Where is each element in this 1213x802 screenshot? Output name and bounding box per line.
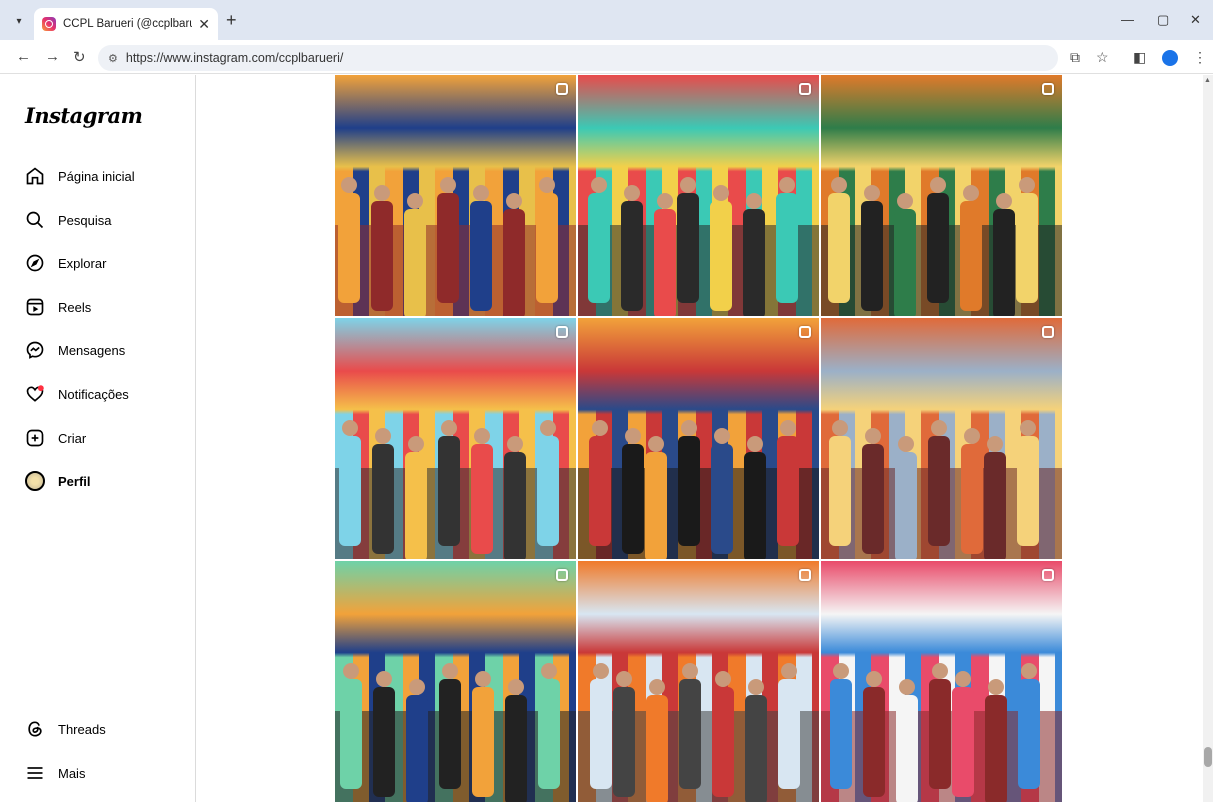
nav-label: Notificações: [58, 386, 129, 402]
post-thumbnail[interactable]: [821, 318, 1062, 559]
plus-square-icon: [24, 427, 46, 449]
close-window-icon[interactable]: ✕: [1190, 12, 1201, 28]
nav-more[interactable]: Mais: [24, 759, 85, 787]
profile-avatar: [24, 470, 46, 492]
bookmark-star-icon[interactable]: ☆: [1096, 49, 1109, 66]
carousel-icon: [1042, 569, 1054, 581]
browser-tab[interactable]: CCPL Barueri (@ccplbarueri) • F ✕: [34, 8, 218, 40]
maximize-icon[interactable]: ▢: [1157, 12, 1169, 28]
nav-label: Explorar: [58, 255, 107, 271]
page-scrollbar[interactable]: ▲: [1203, 75, 1213, 802]
instagram-logo[interactable]: Instagram: [25, 103, 143, 128]
nav-notifications[interactable]: Notificações: [24, 380, 129, 408]
carousel-icon: [556, 326, 568, 338]
nav-label: Mais: [58, 765, 86, 781]
browser-tab-bar: ▾ CCPL Barueri (@ccplbarueri) • F ✕ + — …: [0, 0, 1213, 40]
browser-profile-icon[interactable]: [1162, 50, 1178, 66]
nav-profile[interactable]: Perfil: [24, 467, 91, 495]
messenger-icon: [24, 339, 46, 361]
scroll-up-icon[interactable]: ▲: [1204, 77, 1211, 84]
post-thumbnail[interactable]: [335, 75, 576, 316]
post-thumbnail[interactable]: [335, 561, 576, 802]
carousel-icon: [1042, 326, 1054, 338]
post-thumbnail[interactable]: [578, 75, 819, 316]
nav-threads[interactable]: Threads: [24, 715, 106, 743]
menu-icon: [24, 762, 46, 784]
address-bar[interactable]: ⚙ https://www.instagram.com/ccplbarueri/: [98, 45, 1058, 71]
post-thumbnail[interactable]: [578, 318, 819, 559]
new-tab-plus-icon[interactable]: +: [226, 11, 237, 29]
back-arrow-icon[interactable]: ←: [16, 48, 31, 65]
home-icon: [24, 165, 46, 187]
forward-arrow-icon[interactable]: →: [45, 48, 60, 65]
post-thumbnail[interactable]: [335, 318, 576, 559]
carousel-icon: [556, 83, 568, 95]
side-panel-icon[interactable]: ◧: [1133, 49, 1146, 66]
site-info-icon[interactable]: ⚙: [108, 52, 118, 65]
threads-icon: [24, 718, 46, 740]
nav-label: Reels: [58, 299, 92, 315]
url-text: https://www.instagram.com/ccplbarueri/: [125, 51, 344, 65]
post-thumbnail[interactable]: [821, 561, 1062, 802]
tab-title: CCPL Barueri (@ccplbarueri) • F: [63, 18, 192, 30]
post-thumbnail[interactable]: [578, 561, 819, 802]
minimize-icon[interactable]: —: [1121, 12, 1134, 27]
search-icon: [24, 209, 46, 231]
post-thumbnail[interactable]: [821, 75, 1062, 316]
carousel-icon: [1042, 83, 1054, 95]
nav-create[interactable]: Criar: [24, 424, 86, 452]
nav-label: Criar: [58, 430, 87, 446]
nav-label: Mensagens: [58, 342, 126, 358]
nav-reels[interactable]: Reels: [24, 293, 91, 321]
carousel-icon: [799, 326, 811, 338]
compass-icon: [24, 252, 46, 274]
reload-icon[interactable]: ↻: [73, 48, 86, 66]
nav-messages[interactable]: Mensagens: [24, 336, 125, 364]
browser-menu-icon[interactable]: ⋮: [1193, 49, 1207, 66]
carousel-icon: [799, 83, 811, 95]
nav-search[interactable]: Pesquisa: [24, 206, 111, 234]
nav-label: Perfil: [58, 473, 91, 489]
browser-toolbar: ← → ↻ ⚙ https://www.instagram.com/ccplba…: [0, 40, 1213, 74]
nav-explore[interactable]: Explorar: [24, 249, 106, 277]
scroll-thumb[interactable]: [1204, 747, 1212, 767]
nav-label: Threads: [58, 721, 106, 737]
heart-icon: [24, 383, 46, 405]
nav-label: Página inicial: [58, 168, 135, 184]
tab-search-chevron-icon[interactable]: ▾: [10, 12, 28, 30]
nav-home[interactable]: Página inicial: [24, 162, 135, 190]
nav-label: Pesquisa: [58, 212, 112, 228]
cast-icon[interactable]: ⧉: [1070, 49, 1080, 66]
tab-close-icon[interactable]: ✕: [198, 16, 210, 33]
carousel-icon: [799, 569, 811, 581]
instagram-sidebar: Instagram Página inicial Pesquisa Explor…: [0, 75, 196, 802]
carousel-icon: [556, 569, 568, 581]
instagram-favicon-icon: [42, 17, 56, 31]
reels-icon: [24, 296, 46, 318]
